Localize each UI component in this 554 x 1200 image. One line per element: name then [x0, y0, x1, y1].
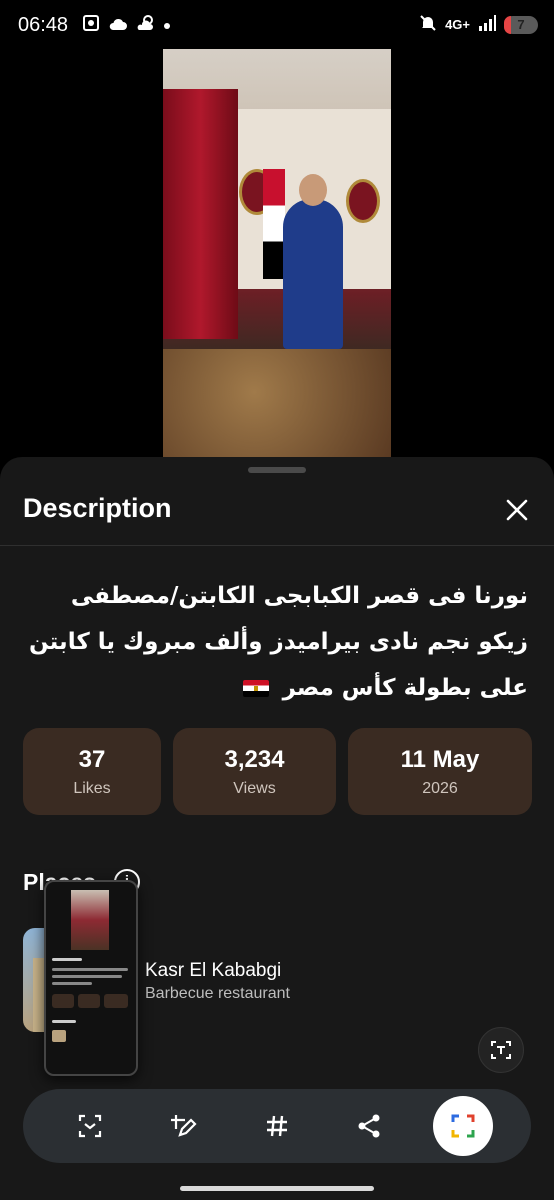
curtain — [163, 89, 238, 339]
hashtag-icon — [267, 1115, 287, 1137]
place-name[interactable]: Kasr El Kababgi — [145, 960, 281, 982]
extract-text-button[interactable] — [478, 1027, 524, 1073]
speaker-figure — [283, 199, 343, 349]
description-body: نورنا فى قصر الكبابجى الكابتن/مصطفى زيكو… — [28, 583, 528, 701]
hashtag-button[interactable] — [255, 1104, 299, 1148]
edit-icon — [171, 1115, 197, 1137]
description-text: نورنا فى قصر الكبابجى الكابتن/مصطفى زيكو… — [23, 573, 528, 711]
thumb-stat — [104, 994, 128, 1008]
signal-icon — [478, 15, 496, 34]
stat-label: 2026 — [422, 779, 458, 797]
mute-icon — [419, 14, 437, 35]
lens-button[interactable] — [433, 1096, 493, 1156]
lens-icon — [451, 1114, 475, 1138]
home-indicator[interactable] — [180, 1186, 374, 1191]
stat-likes: 37 Likes — [23, 728, 161, 815]
stat-label: Likes — [73, 779, 111, 797]
bottom-toolbar — [23, 1089, 531, 1163]
place-type: Barbecue restaurant — [145, 985, 290, 1002]
text-scan-icon — [491, 1041, 511, 1059]
drag-handle[interactable] — [248, 467, 306, 473]
battery-level: 7 — [517, 17, 525, 32]
status-time: 06:48 — [18, 14, 69, 36]
description-sheet: Description نورنا فى قصر الكبابجى الكابت… — [0, 457, 554, 1200]
divider — [0, 545, 554, 546]
screenshot-icon — [82, 14, 100, 37]
thumb-line — [52, 982, 92, 985]
cloud-icon — [108, 15, 128, 36]
egypt-flag-icon — [242, 680, 269, 697]
thumb-line — [52, 1020, 76, 1023]
close-icon — [506, 499, 528, 521]
share-button[interactable] — [347, 1104, 391, 1148]
sheet-title: Description — [23, 493, 172, 523]
status-bar: 06:48 4G+ 7 — [0, 0, 554, 50]
thumb-stat — [52, 994, 74, 1008]
flag — [263, 169, 285, 279]
network-type: 4G+ — [445, 17, 470, 32]
dot-icon — [164, 22, 170, 29]
stat-views: 3,234 Views — [173, 728, 336, 815]
video-preview[interactable] — [163, 49, 391, 457]
thumb-place — [52, 1030, 66, 1042]
thumb-stat — [78, 994, 100, 1008]
thumb-line — [52, 958, 82, 961]
stat-date: 11 May 2026 — [348, 728, 532, 815]
stat-label: Views — [233, 779, 276, 797]
edit-button[interactable] — [160, 1104, 204, 1148]
scan-icon — [78, 1114, 102, 1138]
status-left-icons — [82, 14, 170, 37]
wall-ornament — [346, 179, 380, 223]
stat-value: 37 — [78, 745, 106, 773]
thumb-video — [71, 890, 109, 950]
battery-icon: 7 — [504, 15, 538, 34]
stat-value: 11 May — [400, 745, 480, 773]
close-button[interactable] — [502, 495, 532, 525]
share-icon — [358, 1114, 380, 1138]
thumb-line — [52, 975, 122, 978]
scan-button[interactable] — [68, 1104, 112, 1148]
thumb-line — [52, 968, 128, 971]
dinner-table — [163, 349, 391, 457]
stats-row: 37 Likes 3,234 Views 11 May 2026 — [23, 728, 532, 815]
screenshot-thumbnail-preview[interactable] — [44, 880, 138, 1076]
weather-icon — [136, 15, 156, 36]
stat-value: 3,234 — [224, 745, 285, 773]
speaker-head — [299, 174, 327, 206]
status-right-icons: 4G+ 7 — [419, 14, 538, 35]
